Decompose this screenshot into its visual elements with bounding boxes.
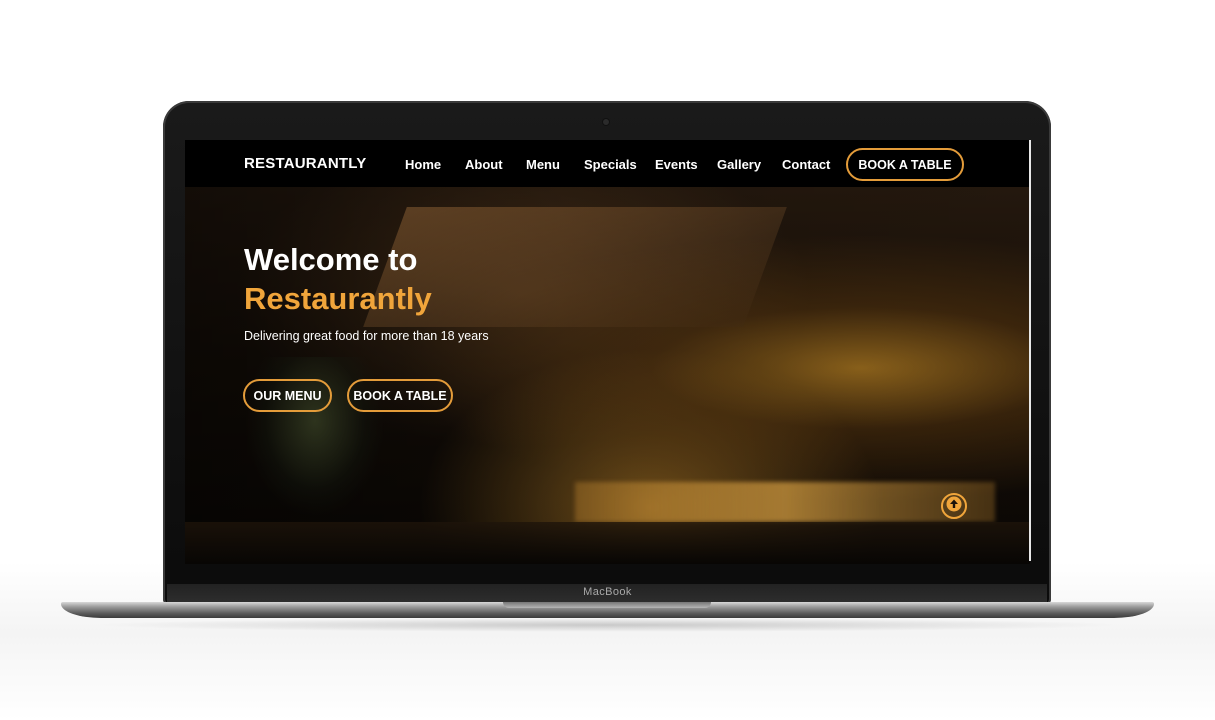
book-table-nav-button[interactable]: BOOK A TABLE: [846, 148, 964, 181]
nav-home[interactable]: Home: [405, 157, 441, 172]
hero-brand-name: Restaurantly: [244, 281, 432, 316]
bar-counter-glow: [575, 482, 995, 522]
back-to-top-button[interactable]: [941, 493, 967, 519]
nav-about[interactable]: About: [465, 157, 503, 172]
site-logo[interactable]: RESTAURANTLY: [244, 155, 366, 172]
nav-menu[interactable]: Menu: [526, 157, 560, 172]
laptop-notch: [503, 602, 711, 608]
website-screen: RESTAURANTLY Home About Menu Specials Ev…: [185, 140, 1030, 564]
top-navbar: RESTAURANTLY Home About Menu Specials Ev…: [185, 140, 1030, 187]
floor-shade: [185, 522, 1030, 564]
nav-contact[interactable]: Contact: [782, 157, 830, 172]
device-label: MacBook: [583, 586, 632, 598]
hero-subtitle: Delivering great food for more than 18 y…: [244, 329, 489, 343]
nav-specials[interactable]: Specials: [584, 157, 637, 172]
hero-title: Welcome to: [244, 242, 418, 277]
screen-edge: [1029, 140, 1031, 561]
camera-dot: [603, 119, 609, 125]
arrow-up-circle-icon: [946, 496, 962, 517]
book-table-hero-button[interactable]: BOOK A TABLE: [347, 379, 453, 412]
laptop-shadow: [90, 618, 1125, 632]
nav-events[interactable]: Events: [655, 157, 698, 172]
our-menu-button[interactable]: OUR MENU: [243, 379, 332, 412]
nav-gallery[interactable]: Gallery: [717, 157, 761, 172]
